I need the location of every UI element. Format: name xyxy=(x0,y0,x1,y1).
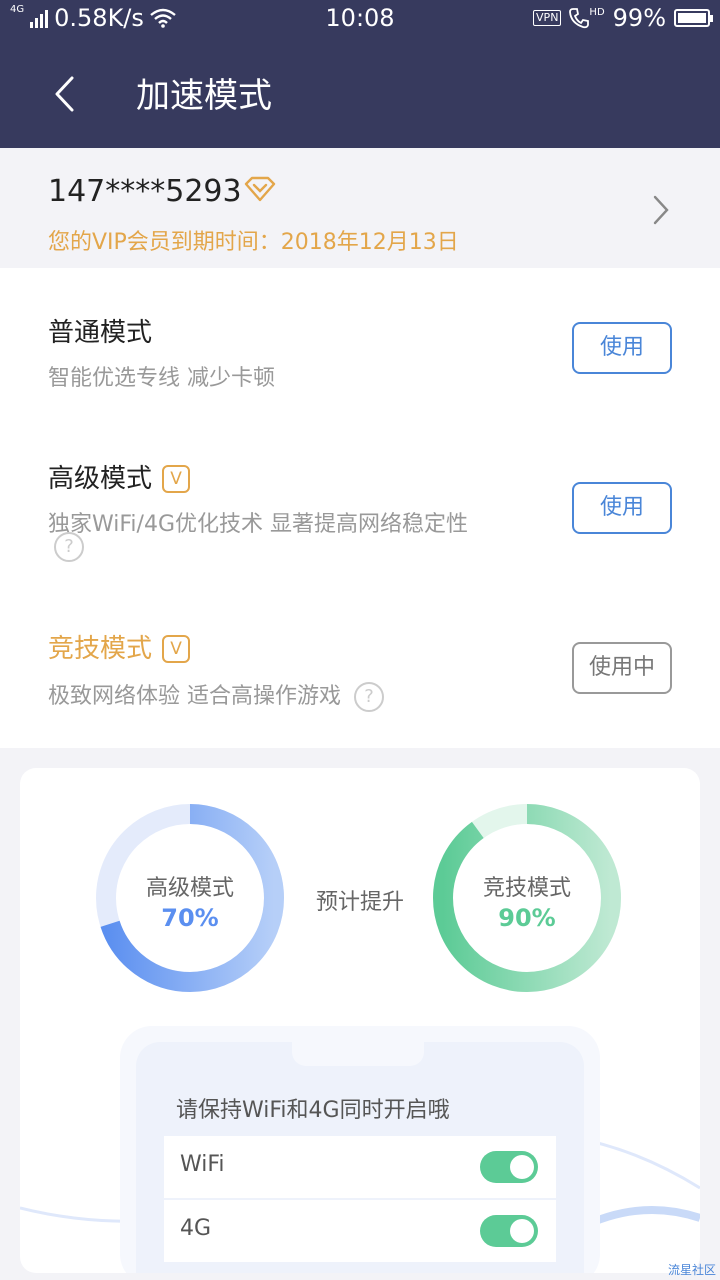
help-icon[interactable]: ? xyxy=(54,532,84,562)
hd-call-icon: HD xyxy=(569,7,605,29)
vip-expiry-text: 您的VIP会员到期时间：2018年12月13日 xyxy=(48,230,459,255)
ring-percent-competitive: 90% xyxy=(498,904,556,932)
nav-bar: 加速模式 xyxy=(0,40,720,148)
battery-percent: 99% xyxy=(612,4,666,32)
toggle-row-wifi: WiFi xyxy=(164,1136,556,1198)
mode-desc: 智能优选专线 减少卡顿 xyxy=(48,366,275,391)
vip-badge-icon: V xyxy=(162,465,191,493)
in-use-button-competitive[interactable]: 使用中 xyxy=(572,642,672,694)
vip-badge-icon: V xyxy=(162,635,191,663)
mode-item-advanced: 高级模式 V 独家WiFi/4G优化技术 显著提高网络稳定性 ? 使用 xyxy=(0,428,720,588)
back-arrow-icon[interactable] xyxy=(52,74,76,114)
chevron-right-icon xyxy=(653,195,669,225)
toggle-knob xyxy=(510,1219,534,1243)
vpn-icon: VPN xyxy=(533,10,562,26)
network-hint: 请保持WiFi和4G同时开启哦 xyxy=(176,1098,450,1123)
toggle-knob xyxy=(510,1155,534,1179)
help-wrapper: ? xyxy=(54,532,84,562)
ring-percent-advanced: 70% xyxy=(161,904,219,932)
mode-item-normal: 普通模式 智能优选专线 减少卡顿 使用 xyxy=(0,268,720,418)
mode-title: 高级模式 xyxy=(48,464,153,494)
mode-title: 普通模式 xyxy=(48,318,153,348)
phone-notch xyxy=(292,1042,424,1066)
hd-label: HD xyxy=(589,7,605,18)
toggle-row-4g: 4G xyxy=(164,1200,556,1262)
mode-desc: 独家WiFi/4G优化技术 显著提高网络稳定性 xyxy=(48,512,468,537)
phone-screen: 请保持WiFi和4G同时开启哦 WiFi 4G xyxy=(136,1042,584,1273)
mode-title-row: 竞技模式 V xyxy=(48,628,191,665)
predict-label: 预计提升 xyxy=(315,890,404,915)
mode-item-competitive: 竞技模式 V 极致网络体验 适合高操作游戏 ? 使用中 xyxy=(0,598,720,748)
account-row[interactable]: 147****5293 您的VIP会员到期时间：2018年12月13日 xyxy=(0,148,720,268)
watermark: 流星社区 xyxy=(667,1263,716,1277)
use-button-advanced[interactable]: 使用 xyxy=(572,482,672,534)
battery-icon xyxy=(674,9,713,27)
ring-label-advanced: 高级模式 xyxy=(145,876,234,901)
mode-desc: 极致网络体验 适合高操作游戏 xyxy=(48,684,341,709)
wifi-toggle[interactable] xyxy=(480,1151,538,1183)
phone-illustration: 请保持WiFi和4G同时开启哦 WiFi 4G xyxy=(120,1026,600,1273)
status-bar: 4G 0.58K/s 10:08 VPN HD 99% xyxy=(0,0,720,40)
toggle-label: WiFi xyxy=(180,1152,225,1177)
ring-label-competitive: 竞技模式 xyxy=(482,876,571,901)
use-button-normal[interactable]: 使用 xyxy=(572,322,672,374)
account-phone: 147****5293 xyxy=(48,174,242,209)
page-title: 加速模式 xyxy=(136,76,272,116)
mode-title: 竞技模式 xyxy=(48,634,153,664)
vip-diamond-icon xyxy=(244,176,276,202)
mode-list: 普通模式 智能优选专线 减少卡顿 使用 高级模式 V 独家WiFi/4G优化技术 … xyxy=(0,268,720,748)
speed-boost-card: 高级模式 70% 预计提升 竞技模式 90% 请保持WiFi和4G同时开启哦 W… xyxy=(20,768,700,1273)
mode-desc-row: 极致网络体验 适合高操作游戏 ? xyxy=(48,678,384,712)
help-icon[interactable]: ? xyxy=(354,682,384,712)
mode-title-row: 高级模式 V xyxy=(48,458,191,495)
toggle-label: 4G xyxy=(180,1216,212,1241)
4g-toggle[interactable] xyxy=(480,1215,538,1247)
